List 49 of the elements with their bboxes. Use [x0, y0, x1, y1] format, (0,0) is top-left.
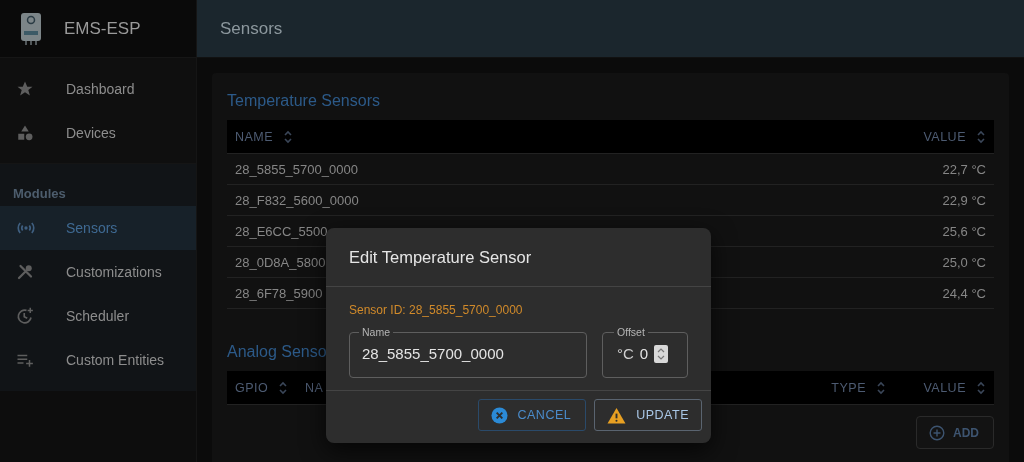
- nav-item[interactable]: Devices: [0, 111, 196, 155]
- table-cell: 22,9 °C: [942, 192, 986, 208]
- column-header[interactable]: VALUE: [923, 129, 966, 144]
- column-header[interactable]: GPIO: [235, 380, 269, 395]
- sort-icon[interactable]: [876, 380, 886, 395]
- cancel-button[interactable]: CANCEL: [477, 399, 587, 431]
- sensor-id: Sensor ID: 28_5855_5700_0000: [349, 303, 524, 317]
- section-label: Modules: [12, 185, 67, 203]
- column-header[interactable]: NA: [305, 380, 324, 395]
- column-header[interactable]: VALUE: [923, 380, 966, 395]
- star-icon: [16, 80, 34, 98]
- section-title: Temperature Sensors: [227, 92, 380, 109]
- sort-icon[interactable]: [976, 129, 986, 144]
- page-title: Sensors: [220, 18, 283, 39]
- add-circle-icon: [929, 424, 945, 441]
- sort-icon[interactable]: [283, 129, 294, 144]
- table-cell: 22,7 °C: [942, 161, 986, 177]
- tools-icon: [16, 263, 34, 281]
- table-cell: 25,6 °C: [942, 223, 986, 239]
- table-cell: 24,4 °C: [942, 285, 986, 301]
- dialog-title: Edit Temperature Sensor: [349, 247, 532, 267]
- table-cell: 25,0 °C: [942, 254, 986, 270]
- app-title: EMS-ESP: [64, 18, 141, 39]
- name-field[interactable]: Name 28_5855_5700_0000: [349, 326, 587, 378]
- table-cell: 28_6F78_5900: [235, 285, 323, 301]
- table-cell: 28_5855_5700_0000: [235, 161, 358, 177]
- nav-item[interactable]: Sensors: [0, 206, 196, 250]
- column-header[interactable]: TYPE: [831, 380, 866, 395]
- shapes-icon: [16, 124, 34, 142]
- section-title: Analog Senso: [227, 343, 327, 360]
- update-button[interactable]: UPDATE: [594, 399, 702, 431]
- signal-icon: [16, 220, 36, 236]
- table-cell: 28_0D8A_5800: [235, 254, 326, 270]
- sort-icon[interactable]: [976, 380, 986, 395]
- table-cell: 28_E6CC_5500: [235, 223, 328, 239]
- offset-field[interactable]: Offset °C 0: [602, 326, 688, 378]
- table-cell: 28_F832_5600_0000: [235, 192, 359, 208]
- clock-icon: [16, 307, 34, 325]
- nav-item[interactable]: Dashboard: [0, 67, 196, 111]
- app-logo-icon: [20, 11, 42, 46]
- nav-item[interactable]: Scheduler: [0, 294, 196, 338]
- add-button[interactable]: ADD: [916, 416, 994, 449]
- warning-icon: [607, 406, 627, 424]
- nav-item[interactable]: Customizations: [0, 250, 196, 294]
- nav-item[interactable]: Custom Entities: [0, 338, 196, 382]
- cancel-circle-icon: [490, 406, 508, 424]
- column-header[interactable]: NAME: [235, 129, 274, 144]
- sort-icon[interactable]: [278, 380, 289, 395]
- spinner-icon[interactable]: [654, 344, 669, 363]
